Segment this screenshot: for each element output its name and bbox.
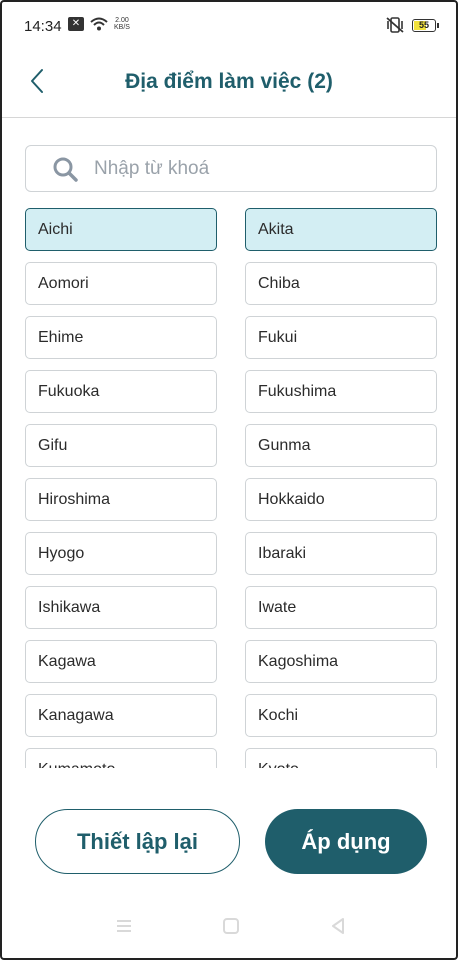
status-left-icons: ✕ 2.00 KB/S: [68, 17, 130, 31]
header: Địa điểm làm việc (2): [2, 52, 456, 118]
location-chip[interactable]: Hiroshima: [25, 478, 217, 521]
status-bar: 14:34 ✕ 2.00 KB/S 55: [2, 2, 456, 50]
apply-button[interactable]: Áp dụng: [265, 809, 427, 874]
location-chip[interactable]: Iwate: [245, 586, 437, 629]
network-speed-value: 2.00: [115, 17, 129, 24]
status-time: 14:34: [24, 18, 62, 35]
location-chip[interactable]: Kanagawa: [25, 694, 217, 737]
location-grid: Aichi Akita Aomori Chiba Ehime Fukui Fukuoka Fu…: [25, 208, 437, 768]
location-chip[interactable]: Kagawa: [25, 640, 217, 683]
wifi-icon: [90, 17, 108, 31]
location-chip[interactable]: Aomori: [25, 262, 217, 305]
location-chip[interactable]: Aichi: [25, 208, 217, 251]
reset-button[interactable]: Thiết lập lại: [35, 809, 240, 874]
back-nav-icon[interactable]: [328, 916, 348, 936]
location-chip[interactable]: Hyogo: [25, 532, 217, 575]
location-chip[interactable]: Fukui: [245, 316, 437, 359]
location-chip[interactable]: Chiba: [245, 262, 437, 305]
location-chip[interactable]: Kochi: [245, 694, 437, 737]
search-input[interactable]: [94, 146, 414, 191]
page-title: Địa điểm làm việc (2): [125, 70, 333, 93]
location-chip[interactable]: Ibaraki: [245, 532, 437, 575]
location-chip[interactable]: Gunma: [245, 424, 437, 467]
location-chip[interactable]: Hokkaido: [245, 478, 437, 521]
location-chip[interactable]: Akita: [245, 208, 437, 251]
search-box[interactable]: [25, 145, 437, 192]
network-speed-unit: KB/S: [114, 24, 130, 31]
search-icon: [53, 157, 78, 182]
app-screen: 14:34 ✕ 2.00 KB/S 55 Địa điểm làm việc (…: [0, 0, 458, 960]
location-chip[interactable]: Fukuoka: [25, 370, 217, 413]
battery-icon: 55: [412, 18, 439, 32]
location-chip[interactable]: Gifu: [25, 424, 217, 467]
location-chip[interactable]: Fukushima: [245, 370, 437, 413]
status-right-icons: 55: [386, 17, 439, 33]
vibrate-off-icon: [386, 17, 404, 33]
notification-icon: ✕: [68, 17, 84, 31]
location-chip[interactable]: Kyoto: [245, 748, 437, 768]
menu-icon[interactable]: [114, 916, 134, 936]
network-speed: 2.00 KB/S: [114, 17, 130, 31]
location-chip[interactable]: Ehime: [25, 316, 217, 359]
location-list: Aichi Akita Aomori Chiba Ehime Fukui Fukuoka Fu…: [25, 208, 437, 768]
home-icon[interactable]: [221, 916, 241, 936]
location-chip[interactable]: Kumamoto: [25, 748, 217, 768]
location-chip[interactable]: Kagoshima: [245, 640, 437, 683]
battery-level: 55: [418, 19, 429, 30]
location-chip[interactable]: Ishikawa: [25, 586, 217, 629]
system-nav-bar: [2, 898, 456, 958]
